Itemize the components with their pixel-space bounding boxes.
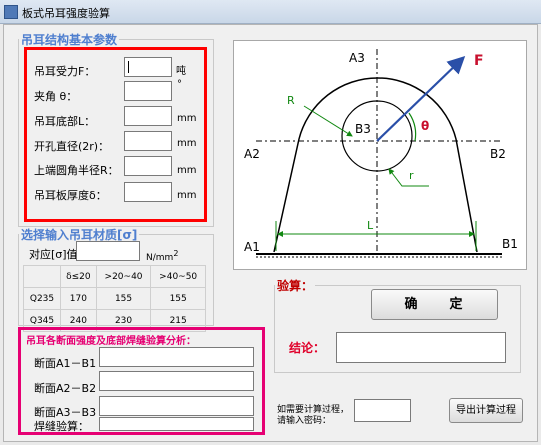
table-cell: >20~40	[95, 265, 152, 288]
table-cell: >40~50	[150, 265, 206, 288]
analysis-legend: 吊耳各断面强度及底部焊缝验算分析：	[26, 336, 196, 347]
hole-diameter-input[interactable]	[124, 131, 172, 151]
table-row[interactable]: Q235 170 155 155	[23, 287, 206, 310]
force-label: 吊耳受力F：	[34, 65, 96, 78]
export-button[interactable]: 导出计算过程	[449, 398, 523, 423]
weld-label: 焊缝验算：	[34, 420, 89, 433]
material-table: δ≤20 >20~40 >40~50 Q235 170 155 155 Q345…	[23, 265, 206, 332]
table-cell[interactable]: 155	[150, 287, 206, 310]
params-legend: 吊耳结构基本参数	[21, 33, 118, 47]
label-a1: A1	[244, 240, 260, 254]
ground-line	[256, 253, 502, 258]
section-a2b2-output[interactable]	[99, 371, 254, 391]
window-title: 板式吊耳强度验算	[22, 7, 110, 20]
label-a2: A2	[244, 147, 260, 161]
hole-diameter-label: 开孔直径(2r)：	[34, 140, 110, 153]
thickness-label: 吊耳板厚度δ：	[34, 189, 107, 202]
label-a3: A3	[349, 51, 365, 65]
stress-input[interactable]	[76, 241, 140, 261]
radius-input[interactable]	[124, 156, 172, 176]
lifting-lug-diagram: A3 F R θ B3 A2 B2 r L A1 B1	[233, 40, 527, 270]
password-hint: 如需要计算过程， 请输入密码：	[277, 405, 350, 426]
radius-label: 上端圆角半径R：	[34, 164, 119, 177]
angle-input[interactable]	[124, 81, 172, 101]
thickness-input[interactable]	[124, 182, 172, 202]
table-cell[interactable]: 170	[60, 287, 97, 310]
section-a3b3-output[interactable]	[99, 396, 254, 416]
label-l: L	[367, 219, 374, 232]
title-bar: 板式吊耳强度验算	[0, 0, 541, 24]
label-b1: B1	[502, 237, 518, 251]
conclusion-output[interactable]	[336, 332, 506, 363]
weld-output[interactable]	[99, 417, 254, 431]
force-input[interactable]	[124, 57, 172, 77]
label-theta: θ	[421, 119, 430, 133]
radius-unit: mm	[177, 165, 197, 176]
force-unit: 吨	[176, 66, 186, 77]
label-big-r: R	[287, 94, 295, 107]
thickness-unit: mm	[177, 190, 197, 201]
bottom-width-input[interactable]	[124, 106, 172, 126]
hole-diameter-unit: mm	[177, 138, 197, 149]
stress-unit: N/mm2	[146, 249, 179, 263]
app-icon	[4, 5, 18, 19]
lug-outline	[273, 77, 478, 253]
angle-unit: °	[177, 79, 182, 90]
table-cell: δ≤20	[60, 265, 97, 288]
table-cell[interactable]: Q235	[23, 287, 61, 310]
label-b2: B2	[490, 147, 506, 161]
section-a1b1-output[interactable]	[99, 347, 254, 367]
label-f: F	[474, 53, 484, 69]
table-cell	[23, 265, 61, 288]
angle-label: 夹角 θ：	[34, 90, 78, 103]
label-b3: B3	[355, 122, 371, 136]
table-header-row: δ≤20 >20~40 >40~50	[23, 265, 206, 288]
client-area: 吊耳结构基本参数 吊耳受力F： 吨 夹角 θ： ° 吊耳底部L： mm 开孔直径…	[3, 24, 538, 442]
force-arrow-icon	[376, 55, 466, 142]
bottom-width-unit: mm	[177, 113, 197, 124]
section-a2b2-label: 断面A2－B2	[34, 382, 97, 395]
table-cell[interactable]: 155	[95, 287, 152, 310]
label-small-r: r	[409, 169, 414, 182]
verify-legend: 验算：	[277, 279, 314, 293]
section-a1b1-label: 断面A1－B1	[34, 357, 97, 370]
password-input[interactable]	[354, 399, 411, 422]
stress-label: 对应[σ]值	[29, 248, 78, 261]
confirm-button[interactable]: 确 定	[371, 289, 498, 320]
bottom-width-label: 吊耳底部L：	[34, 115, 96, 128]
conclusion-label: 结论：	[289, 341, 326, 355]
